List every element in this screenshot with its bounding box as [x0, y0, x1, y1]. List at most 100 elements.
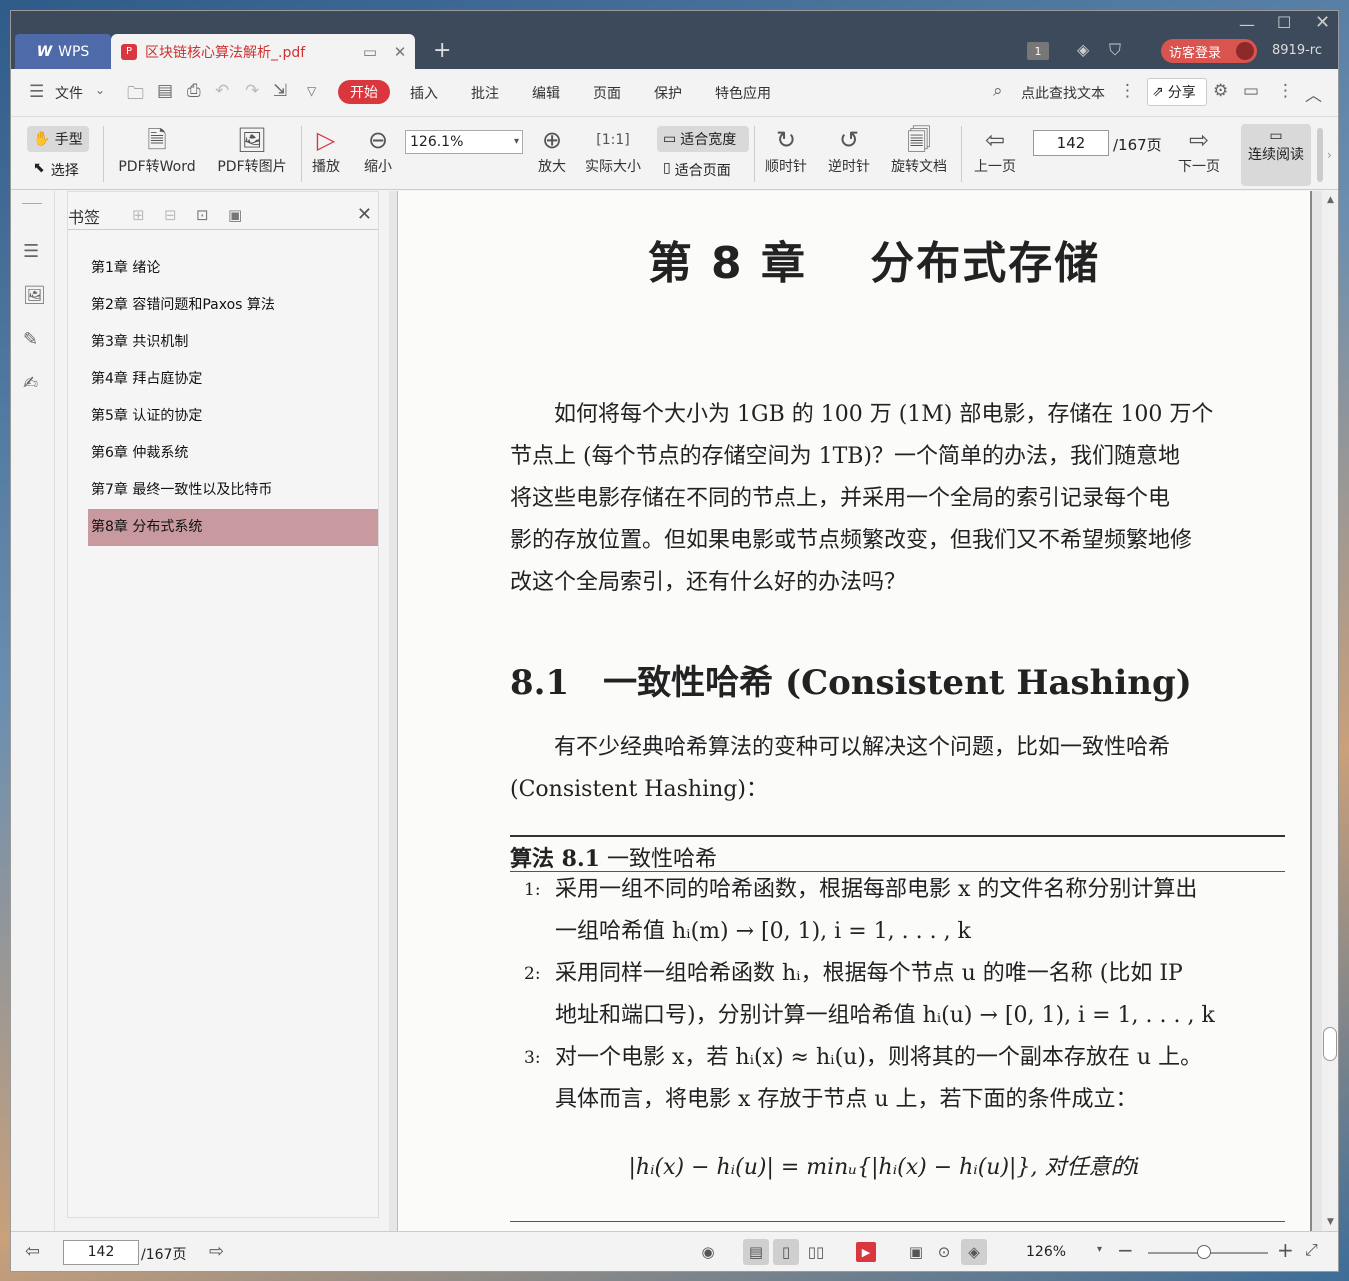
tab-start[interactable]: 开始 — [338, 80, 390, 104]
step-number: 2: — [524, 964, 541, 984]
tab-special[interactable]: 特色应用 — [715, 83, 771, 103]
share-icon: ⇗ — [1152, 84, 1164, 100]
tab-page[interactable]: 页面 — [593, 83, 621, 103]
vertical-scrollbar[interactable]: ▲ ▼ — [1322, 191, 1338, 1231]
share-button[interactable]: ⇗ 分享 — [1147, 78, 1207, 106]
actual-size-button[interactable]: [1:1] 实际大小 — [581, 124, 645, 176]
fit-width-button[interactable]: ▭ 适合宽度 — [657, 126, 749, 152]
chevron-down-icon[interactable]: ⌄ — [95, 83, 105, 97]
close-icon[interactable]: ✕ — [357, 204, 372, 225]
eye-protection-icon[interactable]: ◉ — [695, 1239, 721, 1265]
bookmark-item[interactable]: 第1章 绪论 — [88, 250, 378, 287]
single-page-icon[interactable]: ▯ — [773, 1239, 799, 1265]
zoom-out-icon[interactable]: − — [1117, 1238, 1134, 1262]
file-menu[interactable]: 文件 — [55, 83, 83, 103]
wps-home-tab[interactable]: W WPS — [15, 34, 111, 69]
play-icon[interactable]: ▶ — [856, 1242, 876, 1262]
collapse-all-icon[interactable]: ⊟ — [164, 206, 177, 224]
tab-protect[interactable]: 保护 — [654, 83, 682, 103]
bookmark-item[interactable]: 第4章 拜占庭协定 — [88, 361, 378, 398]
bookmark-item[interactable]: 第2章 容错问题和Paxos 算法 — [88, 287, 378, 324]
status-page-input[interactable]: 142 — [63, 1240, 139, 1265]
search-text-button[interactable]: 点此查找文本 — [1021, 83, 1105, 103]
fit-page-button[interactable]: ▯ 适合页面 — [663, 160, 731, 180]
fullscreen-icon[interactable]: ⤢ — [1305, 1240, 1318, 1260]
zoom-dropdown-icon[interactable]: ▾ — [1097, 1244, 1102, 1255]
pdf-to-word-label: PDF转Word — [118, 159, 196, 175]
signature-icon[interactable]: ✍ — [23, 373, 38, 394]
window-count-badge[interactable]: 1 — [1027, 42, 1049, 60]
close-tab-icon[interactable]: ✕ — [389, 43, 411, 61]
rotate-document-button[interactable]: 🗐 旋转文档 — [887, 124, 951, 176]
bookmark-item[interactable]: 第7章 最终一致性以及比特币 — [88, 472, 378, 509]
close-window-icon[interactable]: ✕ — [1315, 12, 1330, 33]
scroll-down-icon[interactable]: ▼ — [1327, 1217, 1334, 1227]
continuous-view-icon[interactable]: ▤ — [743, 1239, 769, 1265]
expand-all-icon[interactable]: ⊞ — [132, 206, 145, 224]
next-page-button[interactable]: ⇨ 下一页 — [1173, 124, 1225, 176]
guest-login-button[interactable]: 访客登录 — [1161, 39, 1257, 63]
collapse-ribbon-icon[interactable]: ︿ — [1305, 81, 1322, 106]
add-bookmark-icon[interactable]: ⊡ — [196, 206, 209, 224]
save-icon[interactable]: ▤ — [157, 81, 173, 101]
skin-icon[interactable]: ◈ — [1077, 40, 1089, 59]
select-tool-button[interactable]: ⬉ 选择 — [33, 160, 79, 180]
comment-icon[interactable]: ▭ — [1243, 81, 1259, 101]
continuous-read-button[interactable]: ▭ 连续阅读 — [1241, 124, 1311, 186]
pdf-to-image-button[interactable]: 🖼 PDF转图片 — [213, 124, 291, 176]
fit-width-icon[interactable]: ◈ — [961, 1239, 987, 1265]
chevron-right-icon[interactable]: › — [1327, 148, 1332, 162]
hamburger-icon[interactable]: ☰ — [29, 82, 44, 102]
export-icon[interactable]: ⇲ — [273, 81, 287, 101]
rotate-clockwise-button[interactable]: ↻ 顺时针 — [761, 124, 811, 176]
tab-annotate[interactable]: 批注 — [471, 83, 499, 103]
print-icon[interactable]: ⎙ — [187, 81, 201, 101]
zoom-in-icon[interactable]: + — [1277, 1238, 1294, 1262]
status-zoom-value[interactable]: 126% — [1026, 1244, 1066, 1260]
hand-tool-button[interactable]: ✋ 手型 — [27, 126, 89, 152]
zoom-out-button[interactable]: ⊖ 缩小 — [361, 124, 395, 176]
bookmark-item[interactable]: 第3章 共识机制 — [88, 324, 378, 361]
bookmark-item[interactable]: 第6章 仲裁系统 — [88, 435, 378, 472]
minimize-icon[interactable]: — — [1239, 15, 1255, 34]
two-page-icon[interactable]: ▯▯ — [803, 1239, 829, 1265]
next-page-icon[interactable]: ⇨ — [209, 1241, 224, 1262]
fit-page-icon[interactable]: ⊙ — [931, 1239, 957, 1265]
zoom-select[interactable]: 126.1% — [405, 130, 523, 154]
tab-insert[interactable]: 插入 — [410, 83, 438, 103]
bookmark-settings-icon[interactable]: ▣ — [228, 206, 242, 224]
document-viewer: 第 8 章 分布式存储 如何将每个大小为 1GB 的 100 万 (1M) 部电… — [389, 191, 1338, 1231]
maximize-icon[interactable]: ☐ — [1277, 13, 1291, 32]
wps-tab-label: WPS — [58, 43, 90, 60]
zoom-in-button[interactable]: ⊕ 放大 — [535, 124, 569, 176]
thumbnail-icon[interactable]: 🖼 — [23, 285, 46, 306]
rotate-counterclockwise-button[interactable]: ↺ 逆时针 — [824, 124, 874, 176]
play-button[interactable]: ▷ 播放 — [309, 124, 343, 176]
settings-icon[interactable]: ⚙ — [1213, 81, 1228, 101]
bookmark-item-selected[interactable]: 第8章 分布式系统 — [88, 509, 378, 546]
bookmark-list-icon[interactable]: ☰ — [23, 241, 39, 262]
prev-page-icon[interactable]: ⇦ — [25, 1241, 40, 1262]
actual-size-icon[interactable]: ▣ — [903, 1239, 929, 1265]
annotation-icon[interactable]: ✎ — [23, 329, 38, 350]
toolbar-scroll-handle[interactable] — [1317, 128, 1323, 182]
scrollbar-thumb[interactable] — [1323, 1027, 1337, 1061]
actual-size-icon: [1:1] — [596, 132, 630, 148]
more-vertical-icon[interactable]: ⋮ — [1277, 81, 1294, 101]
more-dropdown-icon[interactable]: ▽ — [307, 84, 316, 98]
more-vertical-icon[interactable]: ⋮ — [1119, 81, 1136, 101]
new-tab-button[interactable]: + — [433, 38, 451, 63]
pdf-to-word-button[interactable]: 🗎 PDF转Word — [115, 124, 199, 176]
document-tab[interactable]: P 区块链核心算法解析_.pdf ▭ ✕ — [111, 34, 415, 69]
redo-icon[interactable]: ↷ — [245, 81, 259, 101]
tab-edit[interactable]: 编辑 — [532, 83, 560, 103]
shirt-icon[interactable]: ⛉ — [1109, 40, 1121, 60]
page-number-input[interactable]: 142 — [1033, 130, 1109, 156]
undo-icon[interactable]: ↶ — [215, 81, 229, 101]
prev-page-button[interactable]: ⇦ 上一页 — [969, 124, 1021, 176]
open-folder-icon[interactable]: 🗀 — [127, 81, 144, 110]
zoom-slider-knob[interactable] — [1197, 1245, 1211, 1259]
scroll-up-icon[interactable]: ▲ — [1327, 195, 1334, 205]
bookmark-item[interactable]: 第5章 认证的协定 — [88, 398, 378, 435]
float-window-icon[interactable]: ▭ — [359, 43, 381, 61]
